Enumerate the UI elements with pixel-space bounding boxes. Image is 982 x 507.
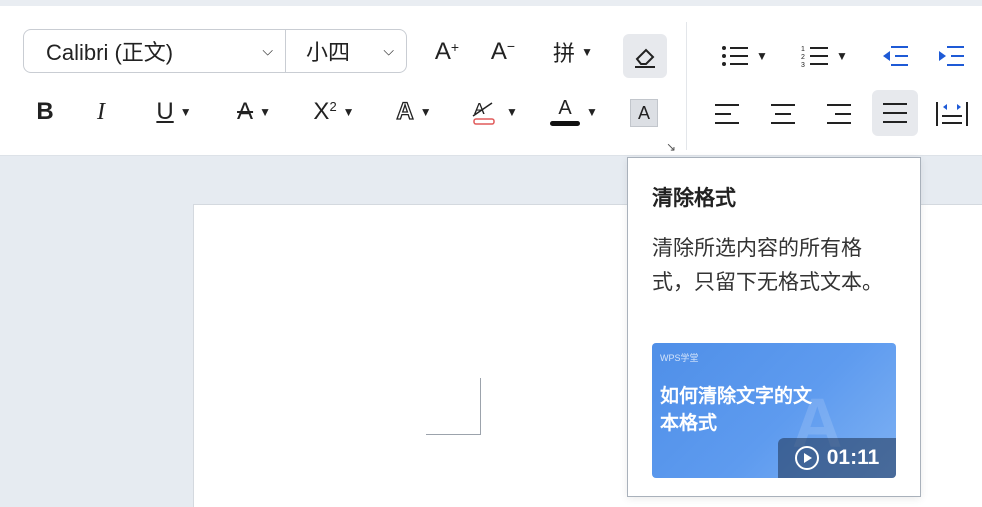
numbered-list-icon: 123 bbox=[801, 46, 829, 68]
font-color-button[interactable]: A ▼ bbox=[546, 92, 602, 132]
align-left-icon bbox=[715, 104, 739, 124]
clear-format-button[interactable] bbox=[623, 34, 667, 78]
align-left-button[interactable] bbox=[712, 94, 742, 134]
underline-button[interactable]: U ▼ bbox=[148, 92, 200, 132]
chevron-down-icon: ▼ bbox=[506, 105, 518, 119]
italic-icon: I bbox=[97, 98, 105, 125]
justify-button[interactable] bbox=[872, 90, 918, 136]
numbered-list-button[interactable]: 123 ▼ bbox=[796, 36, 852, 76]
ribbon: Calibri (正文) ⌵ 小四 ⌵ A + A − 拼 ▼ ▼ 123 ▼ … bbox=[0, 0, 982, 156]
chevron-down-icon: ▼ bbox=[836, 49, 848, 63]
chevron-down-icon: ▼ bbox=[581, 45, 593, 59]
chevron-down-icon: ▼ bbox=[179, 105, 192, 119]
character-shading-icon: A bbox=[630, 99, 658, 127]
font-size-value: 小四 bbox=[306, 40, 351, 65]
tooltip-description: 清除所选内容的所有格式，只留下无格式文本。 bbox=[652, 237, 883, 294]
chevron-down-icon: ⌵ bbox=[262, 42, 273, 59]
superscript-exp: 2 bbox=[329, 98, 337, 114]
highlighter-icon: A bbox=[472, 101, 495, 125]
bullet-list-button[interactable]: ▼ bbox=[716, 36, 772, 76]
clear-format-tooltip: 清除格式 清除所选内容的所有格式，只留下无格式文本。 WPS学堂 A 如何清除文… bbox=[627, 157, 921, 497]
chevron-down-icon: ▼ bbox=[342, 105, 355, 119]
svg-text:3: 3 bbox=[801, 62, 805, 68]
distributed-align-icon bbox=[936, 102, 968, 126]
increase-indent-icon bbox=[939, 46, 964, 66]
font-color-bar bbox=[550, 121, 581, 126]
bullet-list-icon bbox=[722, 46, 749, 66]
minus-icon: − bbox=[506, 38, 516, 54]
eraser-icon bbox=[635, 48, 655, 68]
decrease-indent-button[interactable] bbox=[878, 36, 912, 76]
plus-icon: + bbox=[450, 39, 460, 55]
grow-font-label: A bbox=[434, 38, 451, 65]
bold-button[interactable]: B bbox=[30, 92, 60, 132]
page-corner-mark bbox=[480, 378, 481, 434]
superscript-base: X bbox=[313, 98, 330, 125]
phonetic-guide-button[interactable]: 拼 ▼ bbox=[544, 32, 602, 72]
font-color-icon: A bbox=[550, 97, 581, 126]
chevron-down-icon: ▼ bbox=[756, 49, 768, 63]
underline-icon: U bbox=[156, 98, 174, 125]
font-color-letter: A bbox=[558, 97, 572, 119]
video-duration: 01:11 bbox=[826, 446, 880, 469]
align-center-button[interactable] bbox=[768, 94, 798, 134]
shrink-font-label: A bbox=[490, 38, 507, 65]
align-center-icon bbox=[771, 104, 795, 124]
font-size-dropdown[interactable]: 小四 ⌵ bbox=[286, 30, 406, 72]
justify-icon bbox=[883, 103, 907, 123]
shrink-font-button[interactable]: A − bbox=[486, 32, 520, 72]
grow-font-button[interactable]: A + bbox=[430, 32, 464, 72]
character-shading-button[interactable]: A bbox=[628, 98, 660, 128]
dialog-launcher-icon[interactable]: ↘ bbox=[666, 140, 676, 154]
chevron-down-icon: ▼ bbox=[586, 105, 598, 119]
video-brand: WPS学堂 bbox=[660, 353, 699, 363]
align-right-button[interactable] bbox=[824, 94, 854, 134]
svg-text:1: 1 bbox=[801, 46, 805, 53]
bold-icon: B bbox=[36, 98, 54, 125]
font-name-value: Calibri (正文) bbox=[46, 40, 174, 65]
strikethrough-icon: A bbox=[237, 98, 254, 125]
superscript-button[interactable]: X2 ▼ bbox=[306, 92, 362, 132]
decrease-indent-icon bbox=[883, 46, 908, 66]
play-icon bbox=[794, 446, 819, 470]
chevron-down-icon: ⌵ bbox=[383, 42, 394, 59]
distributed-align-button[interactable] bbox=[934, 94, 970, 134]
video-title: 如何清除文字的文本格式 bbox=[660, 386, 813, 434]
highlight-button[interactable]: A ▼ bbox=[466, 92, 522, 132]
phonetic-icon: 拼 bbox=[553, 41, 576, 66]
font-name-dropdown[interactable]: Calibri (正文) ⌵ bbox=[24, 30, 286, 72]
tooltip-title: 清除格式 bbox=[652, 187, 736, 210]
strikethrough-button[interactable]: A ▼ bbox=[228, 92, 280, 132]
align-right-icon bbox=[827, 104, 851, 124]
italic-button[interactable]: I bbox=[86, 92, 116, 132]
chevron-down-icon: ▼ bbox=[259, 105, 271, 119]
divider bbox=[686, 22, 687, 150]
page-corner-mark bbox=[426, 434, 481, 435]
chevron-down-icon: ▼ bbox=[419, 105, 432, 119]
increase-indent-button[interactable] bbox=[934, 36, 968, 76]
tutorial-video-thumbnail[interactable]: WPS学堂 A 如何清除文字的文本格式 01:11 bbox=[652, 343, 896, 478]
font-selector-group: Calibri (正文) ⌵ 小四 ⌵ bbox=[23, 29, 407, 73]
text-effect-button[interactable]: A ▼ bbox=[386, 92, 442, 132]
svg-text:2: 2 bbox=[801, 54, 805, 61]
video-play-button[interactable]: 01:11 bbox=[778, 438, 896, 478]
text-effect-icon: A bbox=[396, 97, 415, 125]
